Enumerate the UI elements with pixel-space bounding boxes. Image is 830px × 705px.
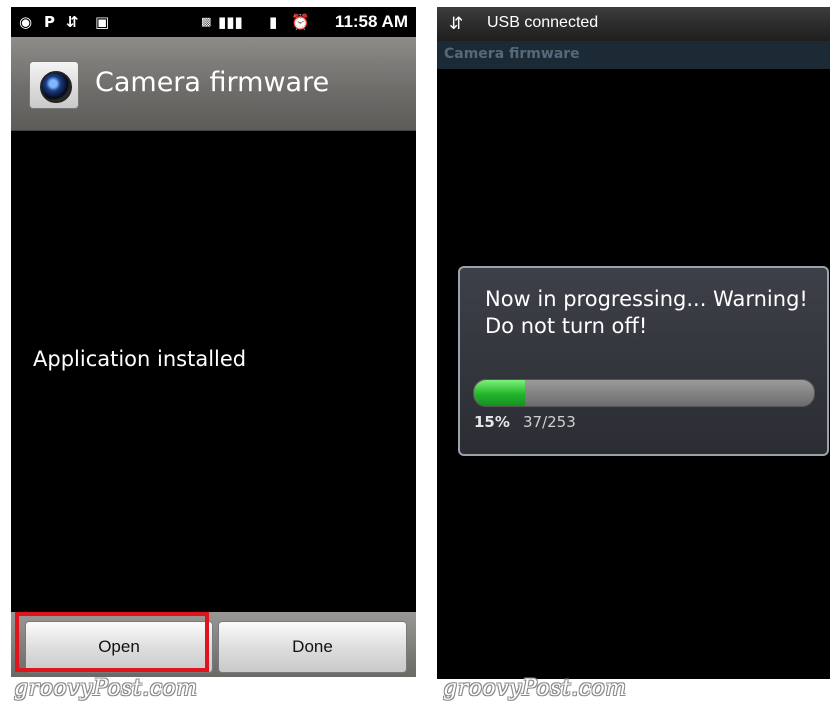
status-time: 11:58 AM (334, 12, 408, 31)
app-title: Camera firmware (444, 46, 580, 62)
app-title: Camera firmware (95, 67, 330, 98)
notification-icon: ◉ (19, 13, 33, 31)
signal-icon: ▮▮▮ (218, 13, 243, 31)
progress-dialog: Now in progressing... Warning! Do not tu… (458, 266, 829, 456)
alarm-icon: ⏰ (291, 13, 310, 31)
usb-status-text: USB connected (487, 14, 599, 31)
watermark: groovyPost.com (443, 676, 627, 701)
3g-icon: ▩ (201, 15, 212, 28)
open-button-highlight (15, 612, 209, 672)
left-phone-screen: ◉ P ⇵ ▣ ▩ ▮▮▮ ▮ ⏰ 11:58 AM Camera firmwa… (11, 7, 416, 677)
install-status-text: Application installed (33, 347, 247, 371)
usb-icon: ⇵ (66, 13, 79, 31)
watermark: groovyPost.com (14, 676, 198, 701)
p-icon: P (44, 13, 55, 31)
status-bar: ◉ P ⇵ ▣ ▩ ▮▮▮ ▮ ⏰ 11:58 AM (11, 7, 416, 37)
camera-lens-icon (29, 61, 79, 109)
app-title-bar: Camera firmware (11, 37, 416, 131)
progress-percent: 15% (474, 413, 510, 431)
android-icon: ▣ (95, 13, 110, 31)
status-bar: ⇵ USB connected (437, 7, 830, 41)
battery-icon: ▮ (269, 13, 278, 31)
warning-message: Now in progressing... Warning! Do not tu… (485, 287, 808, 338)
right-phone-screen: ⇵ USB connected Camera firmware Now in p… (437, 7, 830, 679)
done-button[interactable]: Done (218, 621, 407, 673)
progress-bar (473, 379, 815, 407)
app-title-bar: Camera firmware (437, 41, 830, 69)
progress-fill (474, 380, 525, 406)
progress-count: 37/253 (523, 413, 576, 431)
usb-icon: ⇵ (449, 14, 464, 34)
